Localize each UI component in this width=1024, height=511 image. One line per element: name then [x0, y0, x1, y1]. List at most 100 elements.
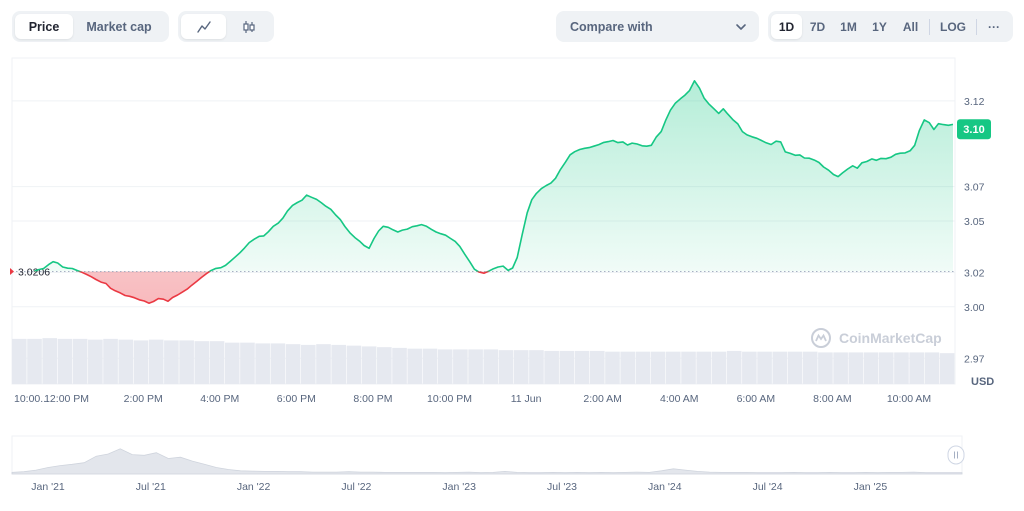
- volume-bar: [88, 339, 103, 384]
- volume-bar: [726, 350, 742, 384]
- volume-bar: [559, 350, 575, 384]
- navigator-date-label: Jan '24: [648, 481, 682, 493]
- volume-bar: [802, 351, 818, 384]
- volume-bar: [939, 353, 955, 384]
- volume-bar: [407, 348, 423, 384]
- x-tick-label: 8:00 PM: [353, 393, 392, 405]
- navigator-date-label: Jan '21: [31, 481, 65, 493]
- volume-bar: [909, 352, 924, 384]
- x-tick-label: 11 Jun: [511, 393, 542, 405]
- area-fill-up: [34, 80, 953, 272]
- volume-bar: [635, 351, 651, 384]
- volume-bar: [650, 351, 666, 384]
- volume-bar: [772, 351, 788, 384]
- volume-bar: [118, 339, 134, 384]
- volume-bar: [285, 344, 301, 384]
- volume-bar: [742, 351, 757, 384]
- volume-bars: [12, 338, 955, 384]
- volume-bar: [27, 338, 42, 384]
- volume-bar: [103, 338, 118, 384]
- price-chart: 3.0206 CoinMarketCap 3.12 3.07 3.05 3.02 3.0…: [10, 57, 994, 493]
- x-tick-label: 4:00 AM: [660, 393, 699, 405]
- volume-bar: [681, 351, 696, 384]
- y-tick-label: 2.97: [964, 353, 985, 365]
- volume-bar: [240, 342, 255, 384]
- volume-bar: [818, 352, 833, 384]
- volume-bar: [179, 340, 194, 384]
- volume-bar: [42, 338, 58, 384]
- volume-bar: [513, 350, 529, 384]
- y-tick-label: 3.05: [964, 216, 985, 228]
- x-tick-label: 10:00 PM: [427, 393, 472, 405]
- volume-bar: [787, 351, 803, 384]
- x-tick-label: 6:00 AM: [737, 393, 776, 405]
- navigator-date-label: Jan '23: [442, 481, 476, 493]
- volume-bar: [574, 350, 590, 384]
- volume-bar: [924, 352, 940, 384]
- volume-bar: [711, 351, 727, 384]
- volume-bar: [498, 350, 514, 384]
- navigator-date-label: Jul '24: [753, 481, 783, 493]
- y-tick-label: 3.02: [964, 267, 985, 279]
- x-tick-label: 8:00 AM: [813, 393, 852, 405]
- volume-bar: [209, 341, 225, 384]
- handle-body: [947, 445, 965, 465]
- volume-bar: [255, 343, 270, 384]
- volume-bar: [57, 338, 73, 384]
- y-unit-label: USD: [971, 376, 994, 388]
- navigator-date-label: Jan '22: [237, 481, 271, 493]
- watermark-layer: CoinMarketCap: [811, 328, 942, 348]
- cmc-logo-mark-icon: [815, 333, 827, 342]
- last-price-label: 3.10: [963, 124, 984, 136]
- volume-bar: [331, 344, 347, 384]
- x-tick-label: 4:00 PM: [200, 393, 239, 405]
- navigator-date-label: Jul '21: [136, 481, 166, 493]
- volume-bar: [757, 351, 772, 384]
- x-tick-label: 10:00 AM: [887, 393, 931, 405]
- volume-bar: [863, 352, 879, 384]
- volume-bar: [620, 351, 635, 384]
- volume-bar: [148, 339, 164, 384]
- x-tick-label: 12:00 PM: [44, 393, 89, 405]
- x-axis: 10:00...12:00 PM 2:00 PM 4:00 PM 6:00 PM 8:0…: [14, 393, 931, 405]
- y-axis: 3.12 3.07 3.05 3.02 3.00 2.97 3.10 USD: [957, 96, 994, 388]
- volume-bar: [392, 347, 407, 384]
- volume-bar: [164, 340, 179, 384]
- volume-bar: [468, 349, 483, 384]
- volume-bar: [270, 343, 286, 384]
- volume-bar: [544, 350, 559, 384]
- volume-bar: [529, 350, 544, 384]
- volume-bar: [437, 349, 453, 384]
- volume-bar: [666, 351, 681, 384]
- volume-bar: [224, 342, 240, 384]
- volume-bar: [833, 352, 848, 384]
- volume-bar: [848, 352, 864, 384]
- navigator-date-label: Jan '25: [854, 481, 888, 493]
- navigator-date-label: Jul '22: [341, 481, 371, 493]
- volume-bar: [133, 340, 149, 384]
- volume-bar: [194, 341, 210, 384]
- x-tick-label: 2:00 PM: [124, 393, 163, 405]
- x-tick-label: 2:00 AM: [583, 393, 622, 405]
- volume-bar: [453, 349, 468, 384]
- volume-bar: [346, 345, 362, 384]
- volume-bar: [878, 352, 894, 384]
- watermark-text: CoinMarketCap: [839, 330, 942, 346]
- volume-bar: [605, 351, 620, 384]
- navigator-date-label: Jul '23: [547, 481, 577, 493]
- volume-bar: [316, 344, 331, 384]
- y-tick-label: 3.12: [964, 96, 985, 108]
- navigator-handle[interactable]: [947, 445, 965, 465]
- range-navigator[interactable]: Jan '21 Jul '21 Jan '22 Jul '22 Jan '23 Jul '…: [11, 435, 965, 493]
- x-tick-label: 6:00 PM: [277, 393, 316, 405]
- volume-bar: [12, 338, 27, 384]
- volume-bar: [589, 350, 605, 384]
- coinmarketcap-logo: CoinMarketCap: [811, 328, 942, 348]
- volume-bar: [72, 338, 88, 384]
- price-area: [34, 80, 953, 304]
- baseline-label: 3.0206: [18, 266, 50, 278]
- volume-bar: [377, 347, 392, 384]
- y-tick-label: 3.07: [964, 182, 985, 194]
- volume-bar: [422, 348, 438, 384]
- volume-bar: [483, 349, 499, 384]
